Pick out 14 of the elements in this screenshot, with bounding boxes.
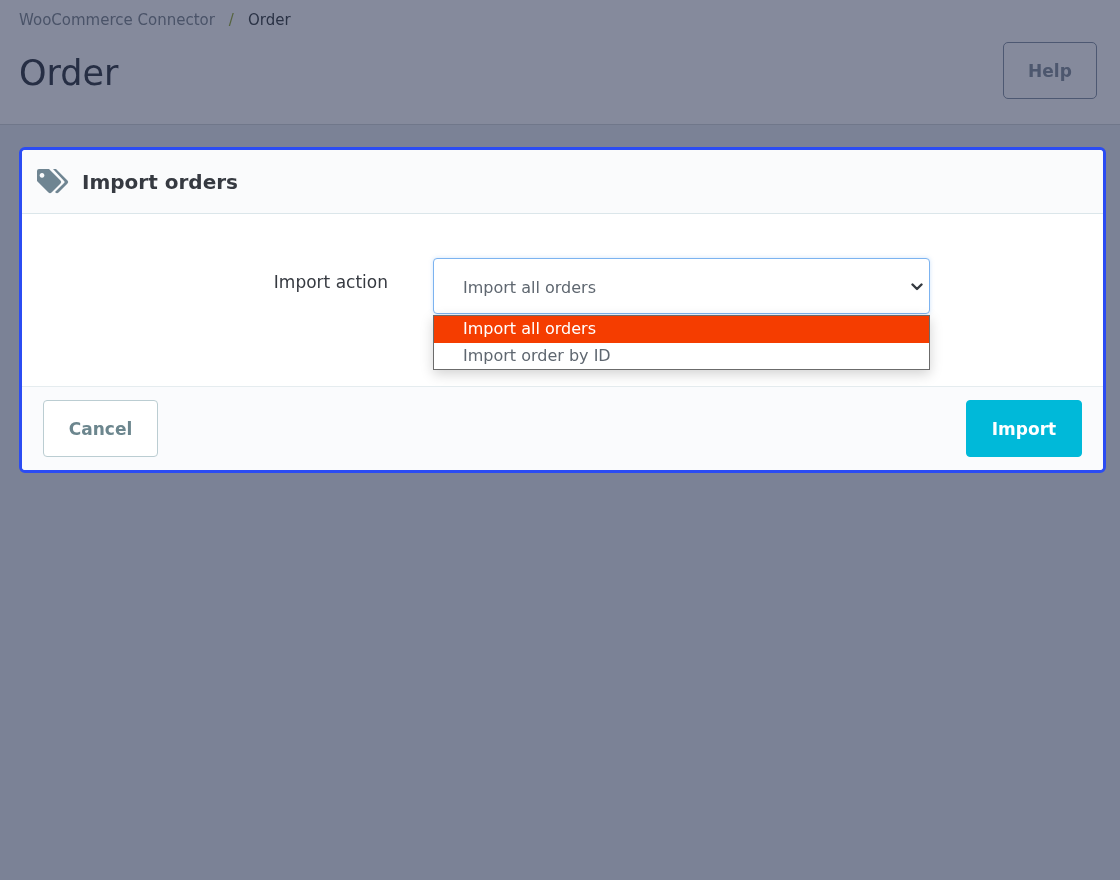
breadcrumb-current: Order (247, 11, 291, 29)
import-action-select[interactable]: Import all orders (433, 258, 930, 314)
dropdown-option[interactable]: Import all orders (434, 316, 929, 343)
cancel-button[interactable]: Cancel (43, 400, 158, 457)
page-title: Order (19, 52, 120, 95)
breadcrumb-link[interactable]: WooCommerce Connector (19, 11, 215, 29)
help-button[interactable]: Help (1003, 42, 1097, 99)
breadcrumb-separator: / (228, 11, 234, 29)
dialog-title: Import orders (82, 169, 238, 194)
chevron-down-icon (911, 283, 923, 291)
dropdown-option[interactable]: Import order by ID (434, 342, 929, 369)
field-label: Import action (272, 271, 388, 293)
tags-icon (36, 169, 69, 194)
import-button[interactable]: Import (966, 400, 1082, 457)
